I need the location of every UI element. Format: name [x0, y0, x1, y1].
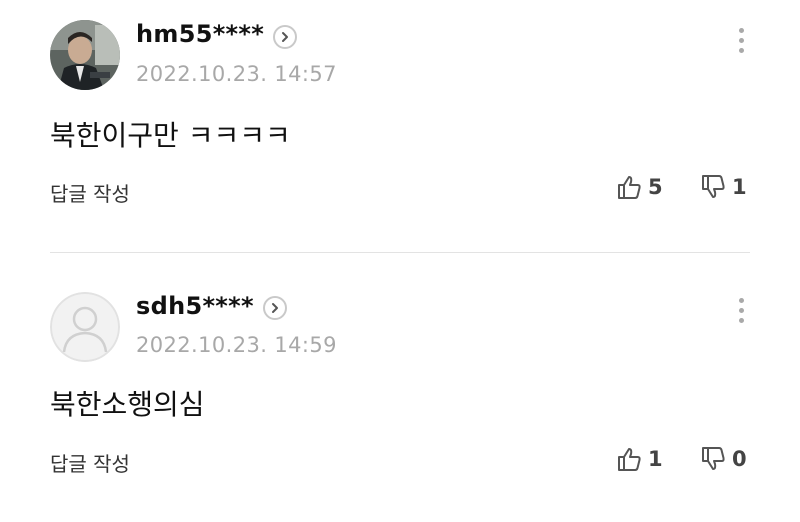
dislike-button[interactable]: 1 — [700, 174, 747, 200]
profile-chevron-button[interactable] — [263, 296, 287, 320]
chevron-right-icon — [272, 303, 278, 313]
comment-text: 북한이구만 ㅋㅋㅋㅋ — [50, 119, 291, 152]
like-button[interactable]: 1 — [616, 446, 663, 472]
default-avatar-icon[interactable] — [50, 292, 120, 362]
dislike-count: 1 — [732, 175, 747, 199]
comment-date: 2022.10.23. 14:57 — [136, 62, 337, 86]
comment-divider — [50, 252, 750, 253]
like-button[interactable]: 5 — [616, 174, 663, 200]
comment-item: hm55**** 2022.10.23. 14:57 북한이구만 ㅋㅋㅋㅋ 답글… — [0, 0, 800, 252]
more-options-icon[interactable] — [736, 298, 746, 323]
reply-button[interactable]: 답글 작성 — [50, 178, 130, 207]
dislike-count: 0 — [732, 447, 747, 471]
nickname[interactable]: sdh5**** — [136, 292, 254, 320]
chevron-right-icon — [282, 32, 288, 42]
comment-text: 북한소행의심 — [50, 388, 205, 421]
dislike-button[interactable]: 0 — [700, 446, 747, 472]
more-options-icon[interactable] — [736, 28, 746, 53]
avatar[interactable] — [50, 20, 120, 90]
profile-chevron-button[interactable] — [273, 25, 297, 49]
thumbs-down-icon — [702, 175, 725, 198]
thumbs-up-icon — [618, 448, 641, 471]
nickname[interactable]: hm55**** — [136, 20, 264, 48]
comment-date: 2022.10.23. 14:59 — [136, 333, 337, 357]
thumbs-down-icon — [702, 447, 725, 470]
comment-item: sdh5**** 2022.10.23. 14:59 북한소행의심 답글 작성 … — [0, 270, 800, 522]
like-count: 1 — [648, 447, 663, 471]
reply-button[interactable]: 답글 작성 — [50, 448, 130, 477]
like-count: 5 — [648, 175, 663, 199]
thumbs-up-icon — [618, 176, 641, 199]
